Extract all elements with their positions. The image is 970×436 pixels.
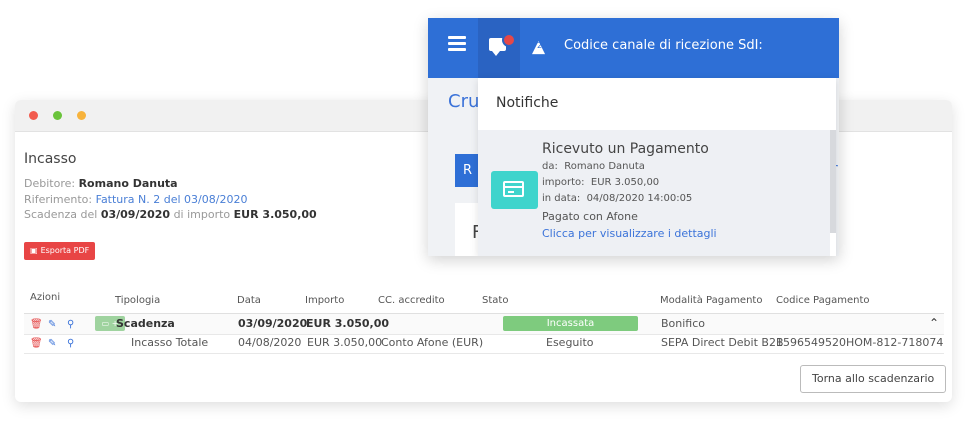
cell-tipologia: Incasso Totale [131,336,209,349]
table-row: 🗑 ✎ ⚲ ▭ + Scadenza 03/09/2020 EUR 3.050,… [24,313,944,335]
cell-importo: EUR 3.050,00 [306,317,390,330]
notification-data: in data: 04/08/2020 14:00:05 [542,193,692,204]
close-dot[interactable] [29,111,38,120]
chevron-up-icon[interactable]: ⌃ [929,316,939,330]
table-row: 🗑 ✎ ⚲ Incasso Totale 04/08/2020 EUR 3.05… [24,333,944,354]
background-title: Cru [448,91,480,112]
notification-overlay: ▲ 2 Codice canale di ricezione SdI: Cru R… [428,18,839,256]
header-tipologia: Tipologia [115,295,161,306]
notification-details-link[interactable]: Clicca per visualizzare i dettagli [542,227,717,240]
cell-modalita: Bonifico [661,317,706,330]
cell-stato: Eseguito [546,336,594,349]
da-label: da: [542,161,558,172]
paperclip-icon[interactable]: ⚲ [67,338,74,349]
debitore-label: Debitore: [24,177,76,190]
scadenza-date: 03/09/2020 [100,208,171,221]
pdf-icon: ▣ [30,246,38,255]
cell-importo: EUR 3.050,00 [307,336,383,349]
credit-card-icon-box [491,171,538,209]
chat-button[interactable] [478,18,520,78]
credit-card-icon [503,181,524,197]
export-pdf-label: Esporta PDF [40,246,90,255]
importo-value: EUR 3.050,00 [590,177,660,188]
header-azioni: Azioni [30,292,61,303]
notification-pagato: Pagato con Afone [542,210,638,223]
maximize-dot[interactable] [53,111,62,120]
chat-badge [502,33,516,47]
notifications-title: Notifiche [496,95,559,111]
debitore-line: Debitore: Romano Danuta [24,177,178,190]
header-stato: Stato [482,295,509,306]
notification-heading: Ricevuto un Pagamento [542,141,709,157]
page-title: Incasso [24,151,77,167]
riferimento-link[interactable]: Fattura N. 2 del 03/08/2020 [96,193,248,206]
riferimento-line: Riferimento: Fattura N. 2 del 03/08/2020 [24,193,247,206]
debitore-value: Romano Danuta [78,177,178,190]
background-button: R [455,154,480,187]
status-badge: Incassata [503,316,638,331]
notification-scrollbar[interactable] [830,130,836,233]
back-to-schedule-button[interactable]: Torna allo scadenzario [800,365,947,393]
cell-modalita: SEPA Direct Debit B2B [661,336,784,349]
bell-icon[interactable]: ▲ 2 [532,37,545,57]
notification-da: da: Romano Danuta [542,161,645,172]
cell-cc: Conto Afone (EUR) [381,336,484,349]
edit-icon[interactable]: ✎ [48,338,56,349]
scadenza-line: Scadenza del 03/09/2020 di importo EUR 3… [24,208,317,221]
scadenza-label: Scadenza del [24,208,98,221]
da-value: Romano Danuta [564,161,645,172]
header-cc: CC. accredito [378,295,445,306]
header-data: Data [237,295,261,306]
importo-label: importo: [542,177,585,188]
notifications-dropdown: Notifiche Ricevuto un Pagamento da: Roma… [478,78,836,256]
top-navbar: ▲ 2 Codice canale di ricezione SdI: [428,18,839,78]
header-importo: Importo [305,295,345,306]
data-value: 04/08/2020 14:00:05 [586,193,693,204]
hamburger-icon[interactable] [448,36,466,54]
notification-item[interactable]: Ricevuto un Pagamento da: Romano Danuta … [478,130,830,256]
edit-icon[interactable]: ✎ [48,319,56,330]
minimize-dot[interactable] [77,111,86,120]
scadenza-mid: di importo [173,208,231,221]
notification-importo: importo: EUR 3.050,00 [542,177,659,188]
trash-icon[interactable]: 🗑 [30,338,43,349]
riferimento-label: Riferimento: [24,193,93,206]
cell-tipologia: Scadenza [116,317,175,330]
bell-count: 2 [537,41,543,50]
header-codice: Codice Pagamento [776,295,870,306]
codice-canale-label: Codice canale di ricezione SdI: [564,38,763,53]
cell-data: 04/08/2020 [238,336,302,349]
data-label: in data: [542,193,581,204]
export-pdf-button[interactable]: ▣ Esporta PDF [24,242,96,260]
scadenza-amount: EUR 3.050,00 [233,208,317,221]
paperclip-icon[interactable]: ⚲ [67,319,74,330]
cell-codice: 1596549520HOM-812-718074 [776,336,944,349]
trash-icon[interactable]: 🗑 [30,319,43,330]
header-modalita: Modalità Pagamento [660,295,763,306]
cell-data: 03/09/2020 [238,317,308,330]
